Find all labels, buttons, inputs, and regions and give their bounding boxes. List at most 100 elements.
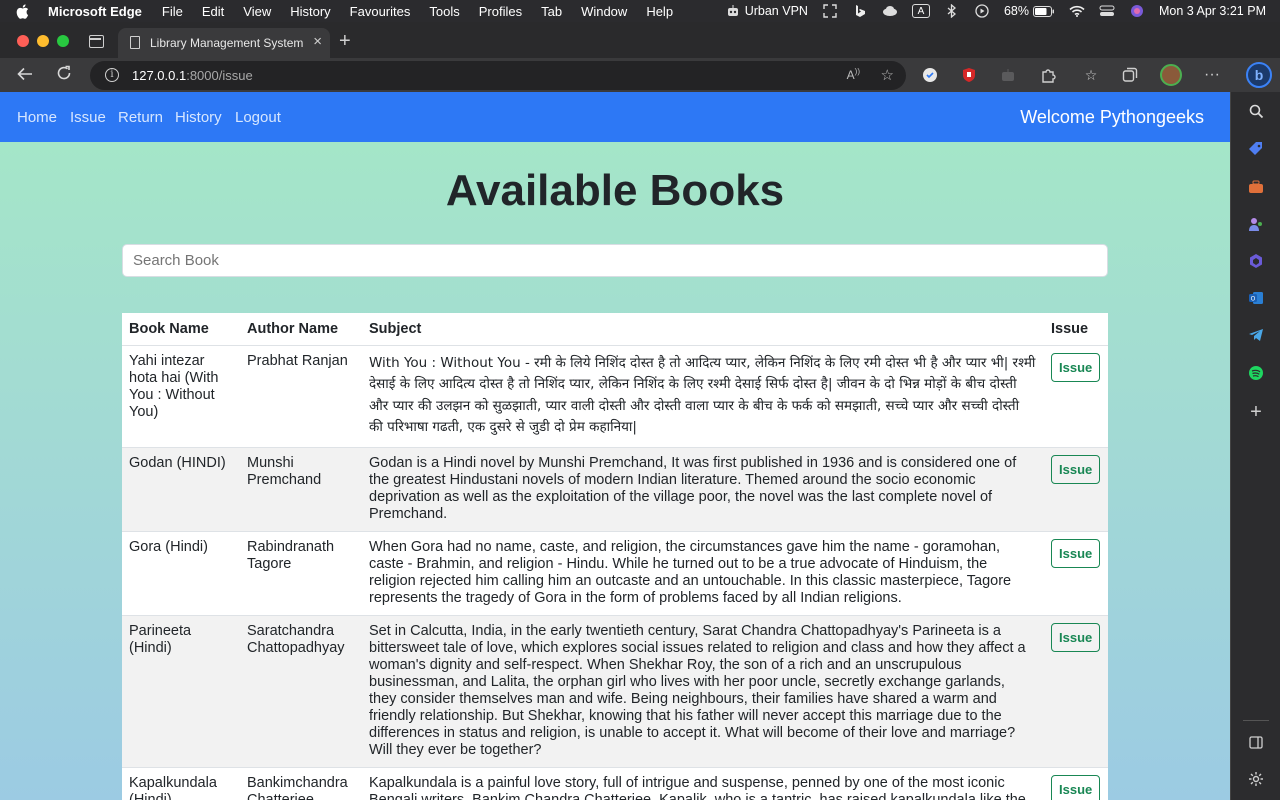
header-book-name: Book Name	[122, 313, 240, 346]
nav-link-logout[interactable]: Logout	[235, 109, 281, 126]
book-name-cell: Godan (HINDI)	[122, 446, 240, 531]
menu-window[interactable]: Window	[581, 4, 627, 19]
sidebar-games-icon[interactable]	[1247, 215, 1265, 233]
extension-shield-icon[interactable]	[921, 66, 939, 84]
issue-cell: Issue	[1044, 344, 1108, 447]
battery-percent: 68%	[1003, 4, 1029, 18]
more-options-icon[interactable]: ···	[1203, 66, 1221, 84]
issue-button[interactable]: Issue	[1051, 774, 1101, 800]
sidebar-search-icon[interactable]	[1247, 102, 1265, 120]
menu-tools[interactable]: Tools	[429, 4, 459, 19]
input-source-icon[interactable]: A	[911, 4, 930, 18]
vpn-robot-icon[interactable]	[725, 4, 741, 18]
siri-icon[interactable]	[1129, 4, 1145, 18]
sidebar-tools-briefcase-icon[interactable]	[1247, 178, 1265, 196]
issue-button[interactable]: Issue	[1051, 352, 1101, 382]
tab-bar: Library Management System × +	[0, 22, 1280, 58]
menu-bar-clock[interactable]: Mon 3 Apr 3:21 PM	[1159, 4, 1266, 18]
table-row: Kapalkundala (Hindi) Bankimchandra Chatt…	[122, 766, 1108, 800]
url-host: 127.0.0.1	[132, 68, 187, 83]
menu-history[interactable]: History	[290, 4, 330, 19]
menu-bar-status-area: Urban VPN A 68% Mon 3 Apr 3:21 PM	[725, 0, 1266, 22]
subject-cell: Godan is a Hindi novel by Munshi Premcha…	[362, 446, 1044, 531]
back-button[interactable]	[14, 64, 36, 86]
wifi-icon[interactable]	[1069, 4, 1085, 18]
author-name-cell: Prabhat Ranjan	[240, 344, 362, 447]
bing-icon[interactable]	[852, 4, 868, 18]
sidebar-shopping-tag-icon[interactable]	[1247, 140, 1265, 158]
menu-help[interactable]: Help	[646, 4, 673, 19]
nav-link-return[interactable]: Return	[118, 109, 163, 126]
extensions-puzzle-icon[interactable]	[1039, 66, 1057, 84]
nav-link-home[interactable]: Home	[17, 109, 57, 126]
author-name-cell: Munshi Premchand	[240, 446, 362, 531]
sidebar-spotify-icon[interactable]	[1247, 364, 1265, 382]
cloud-app-icon[interactable]	[882, 4, 898, 18]
app-menu-name[interactable]: Microsoft Edge	[48, 4, 142, 19]
issue-button[interactable]: Issue	[1051, 538, 1101, 568]
tab-close-icon[interactable]: ×	[313, 34, 322, 50]
address-bar[interactable]: i 127.0.0.1:8000/issue A)) ☆	[90, 61, 906, 90]
tab-title: Library Management System	[150, 36, 304, 50]
menu-view[interactable]: View	[243, 4, 271, 19]
sidebar-settings-gear-icon[interactable]	[1247, 770, 1265, 788]
subject-cell: Set in Calcutta, India, in the early twe…	[362, 614, 1044, 767]
menu-tab[interactable]: Tab	[541, 4, 562, 19]
nav-link-issue[interactable]: Issue	[70, 109, 106, 126]
collections-icon[interactable]	[1121, 66, 1139, 84]
site-info-icon[interactable]: i	[105, 68, 119, 82]
window-minimize-button[interactable]	[37, 35, 49, 47]
menu-file[interactable]: File	[162, 4, 183, 19]
search-book-input[interactable]	[122, 244, 1108, 277]
window-close-button[interactable]	[17, 35, 29, 47]
address-row: i 127.0.0.1:8000/issue A)) ☆ ☆ ···	[0, 58, 1280, 92]
page-title: Available Books	[445, 166, 785, 215]
media-play-icon[interactable]	[974, 4, 990, 18]
expand-arrows-icon[interactable]	[822, 4, 838, 18]
books-table: Book Name Author Name Subject Issue Yahi…	[122, 313, 1108, 800]
issue-button[interactable]: Issue	[1051, 622, 1101, 652]
menu-edit[interactable]: Edit	[202, 4, 224, 19]
header-author-name: Author Name	[240, 313, 362, 346]
header-subject: Subject	[362, 313, 1044, 346]
sidebar-telegram-icon[interactable]	[1247, 326, 1265, 344]
window-zoom-button[interactable]	[57, 35, 69, 47]
author-name-cell: Bankimchandra Chatterjee	[240, 766, 362, 800]
menu-profiles[interactable]: Profiles	[479, 4, 522, 19]
tab-actions-icon[interactable]	[89, 35, 104, 48]
add-favourite-icon[interactable]: ☆	[881, 66, 894, 84]
book-name-cell: Parineeta (Hindi)	[122, 614, 240, 767]
extension-adblock-icon[interactable]	[960, 66, 978, 84]
book-name-cell: Yahi intezar hota hai (With You : Withou…	[122, 344, 240, 447]
copilot-button[interactable]: b	[1246, 62, 1272, 88]
table-row: Yahi intezar hota hai (With You : Withou…	[122, 344, 1108, 447]
table-row: Gora (Hindi) Rabindranath Tagore When Go…	[122, 530, 1108, 615]
extension-robot-icon[interactable]	[999, 66, 1017, 84]
apple-icon[interactable]	[16, 3, 30, 19]
sidebar-microsoft365-icon[interactable]	[1247, 252, 1265, 270]
sidebar-outlook-icon[interactable]: O	[1247, 289, 1265, 307]
issue-button[interactable]: Issue	[1051, 454, 1101, 484]
book-name-cell: Gora (Hindi)	[122, 530, 240, 615]
sidebar-hide-icon[interactable]	[1247, 733, 1265, 751]
issue-cell: Issue	[1044, 530, 1108, 615]
browser-tab[interactable]: Library Management System ×	[118, 28, 330, 58]
control-center-icon[interactable]	[1099, 4, 1115, 18]
refresh-button[interactable]	[53, 64, 75, 86]
table-row: Godan (HINDI) Munshi Premchand Godan is …	[122, 446, 1108, 531]
subject-cell: Kapalkundala is a painful love story, fu…	[362, 766, 1044, 800]
issue-cell: Issue	[1044, 614, 1108, 767]
battery-icon[interactable]	[1032, 4, 1055, 18]
author-name-cell: Rabindranath Tagore	[240, 530, 362, 615]
table-header-row: Book Name Author Name Subject Issue	[122, 313, 1108, 346]
favourites-icon[interactable]: ☆	[1082, 66, 1100, 84]
menu-favourites[interactable]: Favourites	[350, 4, 411, 19]
profile-avatar[interactable]	[1160, 64, 1182, 86]
nav-link-history[interactable]: History	[175, 109, 222, 126]
sidebar-add-icon[interactable]: +	[1247, 401, 1265, 423]
bluetooth-icon[interactable]	[944, 4, 960, 18]
read-aloud-icon[interactable]: A))	[847, 67, 860, 82]
vpn-label[interactable]: Urban VPN	[745, 4, 808, 18]
new-tab-button[interactable]: +	[339, 31, 351, 51]
subject-cell: When Gora had no name, caste, and religi…	[362, 530, 1044, 615]
